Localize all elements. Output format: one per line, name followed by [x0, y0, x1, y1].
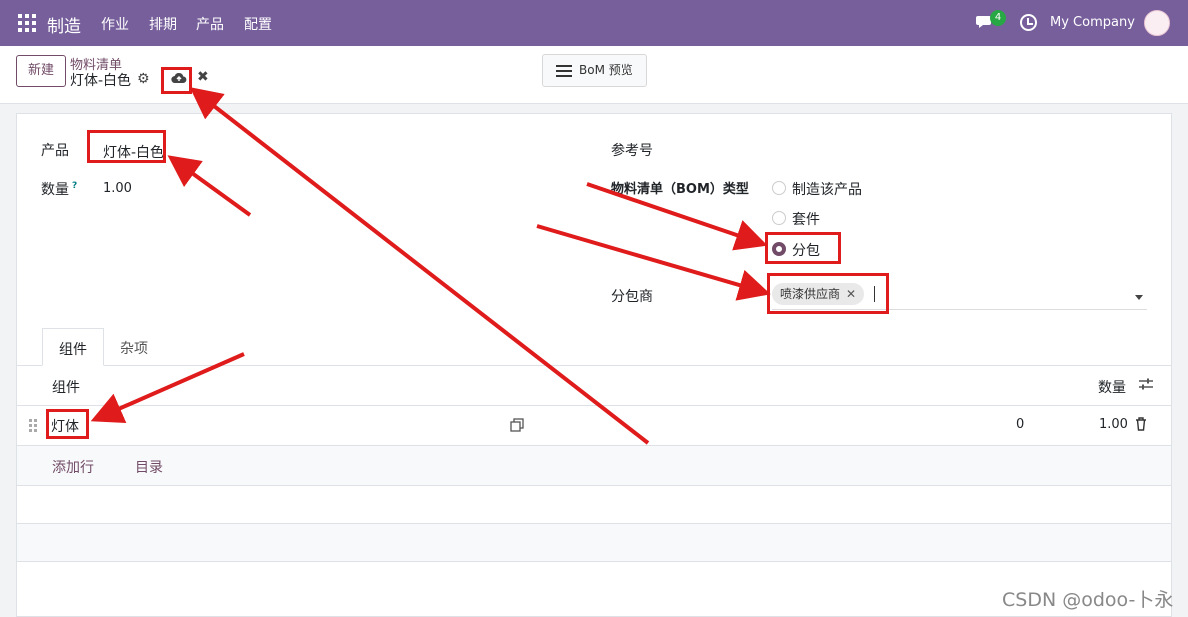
- add-line-row: [17, 446, 1171, 485]
- bars-icon: [556, 65, 572, 77]
- menu-item-configuration[interactable]: 配置: [244, 14, 272, 34]
- watermark: CSDN @odoo-卜永: [1002, 589, 1174, 611]
- radio-kit[interactable]: [772, 211, 786, 225]
- column-header-component[interactable]: 组件: [52, 377, 80, 397]
- help-icon[interactable]: ?: [72, 181, 77, 191]
- bom-preview-label: BoM 预览: [579, 63, 633, 77]
- app-name[interactable]: 制造: [47, 12, 81, 37]
- annotation-box-subcontracting: [765, 232, 841, 264]
- column-header-quantity[interactable]: 数量: [1098, 377, 1126, 397]
- discard-icon[interactable]: ✖: [197, 69, 209, 85]
- optional-columns-icon[interactable]: [1138, 377, 1154, 391]
- chat-count-badge: 4: [990, 10, 1006, 26]
- bom-preview-button[interactable]: BoM 预览: [542, 54, 647, 87]
- annotation-box-component: [46, 409, 89, 439]
- product-label: 产品: [41, 143, 69, 159]
- radio-manufacture[interactable]: [772, 181, 786, 195]
- annotation-box-subcontractor: [767, 273, 889, 314]
- record-title: 灯体-白色: [70, 73, 132, 89]
- catalog-link[interactable]: 目录: [135, 457, 163, 477]
- bom-type-label: 物料清单（BOM）类型: [611, 182, 749, 197]
- drag-handle-icon[interactable]: [29, 419, 37, 432]
- add-line-link[interactable]: 添加行: [52, 457, 94, 477]
- empty-row: [17, 524, 1171, 561]
- app-menu-grid-icon[interactable]: [18, 14, 36, 32]
- tab-misc[interactable]: 杂项: [120, 338, 148, 358]
- reference-label: 参考号: [611, 143, 653, 159]
- menu-item-planning[interactable]: 排期: [149, 14, 177, 34]
- company-switcher[interactable]: My Company: [1050, 15, 1135, 30]
- annotation-box-product: [87, 130, 166, 163]
- cloud-upload-icon: [171, 73, 187, 84]
- table-header-border: [17, 405, 1171, 406]
- quantity-field[interactable]: 1.00: [103, 181, 132, 196]
- menu-item-products[interactable]: 产品: [196, 14, 224, 34]
- available-qty-cell: 0: [1016, 417, 1025, 432]
- quantity-label: 数量?: [41, 181, 78, 198]
- quantity-cell[interactable]: 1.00: [1099, 417, 1128, 432]
- chevron-down-icon[interactable]: [1135, 295, 1143, 300]
- row-border: [17, 485, 1171, 486]
- form-sheet: 产品 灯体-白色 数量? 1.00 参考号 物料清单（BOM）类型 制造该产品 …: [16, 113, 1172, 617]
- radio-label-manufacture[interactable]: 制造该产品: [792, 179, 862, 199]
- radio-label-kit[interactable]: 套件: [792, 209, 820, 229]
- top-navbar: 制造 作业 排期 产品 配置 4 My Company: [0, 0, 1188, 46]
- control-panel: 新建 物料清单 灯体-白色 ⚙ ✖ BoM 预览: [0, 46, 1188, 104]
- tab-components[interactable]: 组件: [42, 328, 104, 366]
- trash-icon[interactable]: [1135, 417, 1147, 431]
- new-button[interactable]: 新建: [16, 55, 66, 87]
- activity-clock-icon[interactable]: [1020, 14, 1037, 31]
- row-border: [17, 561, 1171, 562]
- tab-divider: [17, 365, 1171, 366]
- subcontractor-label: 分包商: [611, 289, 653, 305]
- gear-icon[interactable]: ⚙: [137, 71, 150, 87]
- copy-icon[interactable]: [510, 418, 524, 432]
- menu-item-operations[interactable]: 作业: [101, 14, 129, 34]
- save-button[interactable]: [161, 67, 192, 94]
- user-avatar[interactable]: [1144, 10, 1170, 36]
